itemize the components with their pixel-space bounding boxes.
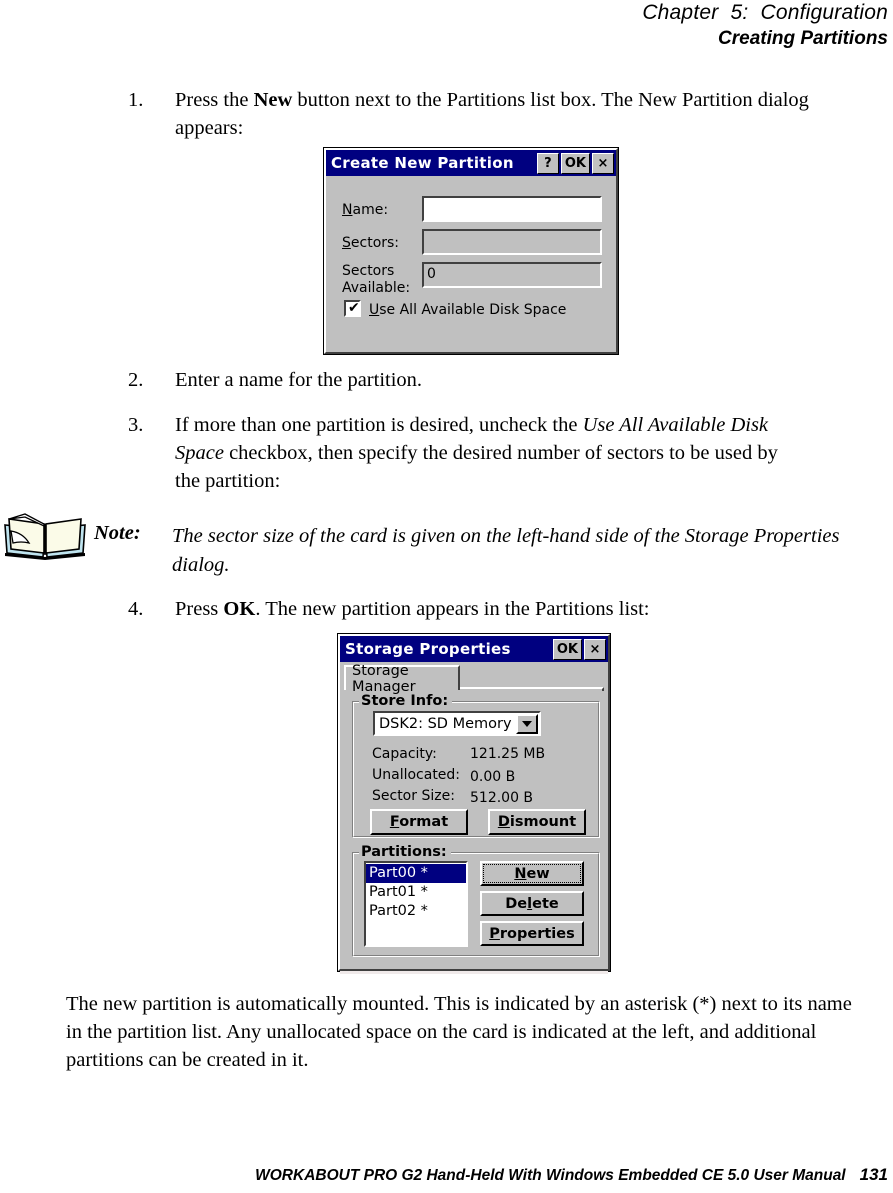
ok-button[interactable]: OK	[552, 638, 582, 660]
sectors-available-label-line2: Available:	[342, 280, 411, 296]
capacity-value: 121.25 MB	[470, 746, 546, 762]
chevron-down-icon[interactable]	[516, 713, 538, 734]
titlebar-buttons: OK ×	[552, 638, 608, 660]
list-item[interactable]: Part01 *	[366, 883, 466, 902]
sectors-input[interactable]	[422, 229, 602, 255]
storage-properties-dialog[interactable]: Storage Properties OK × Storage Manager …	[337, 633, 611, 972]
properties-button-label: Properties	[489, 925, 575, 942]
step-1-text-prefix: Press the	[175, 89, 254, 111]
partitions-title: Partitions:	[359, 844, 451, 860]
closing-paragraph: The new partition is automatically mount…	[66, 993, 852, 1071]
step-2-number: 2.	[128, 369, 144, 391]
device-dropdown-value: DSK2: SD Memory Car	[379, 715, 516, 732]
unallocated-value: 0.00 B	[470, 769, 516, 785]
step-3-text-prefix: If more than one partition is desired, u…	[175, 414, 583, 436]
list-item[interactable]: Part02 *	[366, 902, 466, 921]
name-label: Name:	[342, 202, 389, 218]
capacity-label: Capacity:	[372, 746, 437, 762]
page-header: Chapter 5: Configuration Creating Partit…	[188, 0, 888, 51]
dialog-titlebar: Storage Properties OK ×	[340, 636, 608, 662]
step-4-number: 4.	[128, 598, 144, 620]
use-all-disk-space-checkbox[interactable]: ✔	[344, 300, 361, 317]
properties-button[interactable]: Properties	[480, 921, 584, 946]
open-book-icon	[4, 513, 86, 560]
dialog-bottom-artifact	[340, 971, 608, 974]
dismount-button-label: Dismount	[497, 814, 577, 830]
step-3: 3. If more than one partition is desired…	[128, 411, 808, 495]
unallocated-label: Unallocated:	[372, 767, 461, 783]
sector-size-value: 512.00 B	[470, 790, 534, 806]
header-chapter: Chapter 5: Configuration	[642, 1, 888, 24]
header-section: Creating Partitions	[718, 28, 888, 49]
new-button-label: New	[514, 865, 550, 882]
page-footer: WORKABOUT PRO G2 Hand-Held With Windows …	[0, 1147, 888, 1185]
step-1-number: 1.	[128, 89, 144, 111]
tab-storage-manager-label: Storage Manager	[352, 662, 416, 695]
sectors-label: Sectors:	[342, 235, 400, 251]
checkmark-icon: ✔	[348, 300, 360, 316]
step-1-text-bold: New	[253, 89, 293, 111]
step-1: 1. Press the New button next to the Part…	[128, 86, 828, 142]
note-label: Note:	[94, 522, 141, 544]
step-4-text-bold: OK	[223, 598, 256, 620]
step-3-text: If more than one partition is desired, u…	[175, 411, 808, 495]
step-4: 4. Press OK. The new partition appears i…	[128, 595, 828, 623]
dismount-button[interactable]: Dismount	[488, 809, 586, 835]
list-item[interactable]: Part00 *	[366, 864, 466, 883]
tab-storage-manager[interactable]: Storage Manager	[344, 663, 460, 695]
step-2: 2. Enter a name for the partition.	[128, 366, 828, 394]
sectors-available-label: Sectors Available:	[342, 263, 410, 297]
step-4-text: Press OK. The new partition appears in t…	[175, 595, 828, 623]
format-button-label: Format	[389, 814, 449, 830]
footer-manual-title: WORKABOUT PRO G2 Hand-Held With Windows …	[255, 1167, 846, 1184]
device-dropdown[interactable]: DSK2: SD Memory Car	[373, 711, 541, 736]
sectors-available-label-line1: Sectors	[342, 263, 395, 279]
titlebar-buttons: ? OK ×	[536, 152, 616, 174]
format-button[interactable]: Format	[370, 809, 468, 835]
step-4-text-suffix: . The new partition appears in the Parti…	[255, 598, 650, 620]
name-input[interactable]	[422, 196, 602, 222]
delete-button[interactable]: Delete	[480, 891, 584, 916]
note-text: The sector size of the card is given on …	[172, 525, 840, 576]
new-button[interactable]: New	[480, 861, 584, 886]
dialog-title: Create New Partition	[331, 154, 514, 172]
close-button[interactable]: ×	[584, 638, 606, 660]
step-3-number: 3.	[128, 414, 144, 436]
sectors-available-input[interactable]: 0	[422, 262, 602, 288]
help-button[interactable]: ?	[536, 152, 559, 174]
step-4-text-prefix: Press	[175, 598, 224, 620]
step-2-text: Enter a name for the partition.	[175, 369, 423, 391]
note-block: Note: The sector size of the card is giv…	[0, 495, 893, 585]
step-1-text: Press the New button next to the Partiti…	[175, 86, 828, 142]
ok-button[interactable]: OK	[560, 152, 590, 174]
close-button[interactable]: ×	[592, 152, 614, 174]
footer-page-number: 131	[859, 1165, 888, 1184]
dialog-titlebar: Create New Partition ? OK ×	[326, 150, 616, 176]
step-3-text-suffix: checkbox, then specify the desired numbe…	[175, 442, 778, 492]
dialog-title: Storage Properties	[345, 640, 511, 658]
partitions-listbox[interactable]: Part00 * Part01 * Part02 *	[364, 861, 468, 947]
create-new-partition-dialog[interactable]: Create New Partition ? OK × Name: Sector…	[323, 147, 619, 355]
sector-size-label: Sector Size:	[372, 788, 455, 804]
delete-button-label: Delete	[505, 895, 559, 912]
store-info-title: Store Info:	[359, 693, 453, 709]
use-all-disk-space-label: Use All Available Disk Space	[369, 302, 567, 318]
